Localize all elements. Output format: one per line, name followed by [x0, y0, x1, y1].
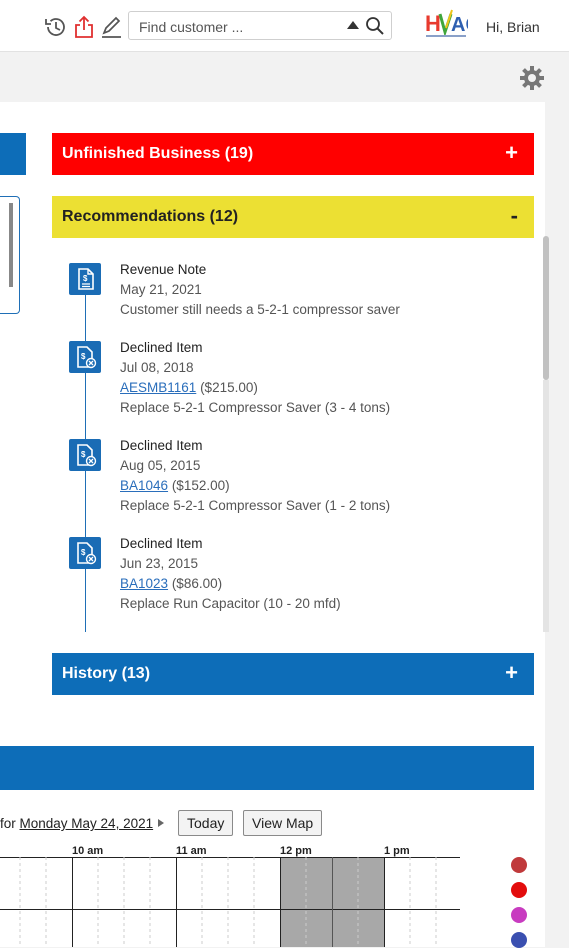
svg-text:$: $ — [83, 274, 88, 283]
item-description: Replace 5-2-1 Compressor Saver (3 - 4 to… — [120, 400, 391, 415]
expand-icon[interactable]: + — [505, 661, 518, 685]
declined-item-icon: $ — [69, 439, 101, 471]
search-icon[interactable] — [365, 16, 385, 36]
schedule-toolbar: for Monday May 24, 2021 Today View Map — [0, 810, 545, 836]
item-date: Jul 08, 2018 — [120, 360, 194, 375]
schedule-header — [0, 746, 534, 790]
timeline-item: Revenue Note May 21, 2021 Customer still… — [120, 260, 400, 320]
section-title: Recommendations (12) — [62, 208, 239, 225]
item-description: Replace Run Capacitor (10 - 20 mfd) — [120, 596, 341, 611]
export-icon[interactable] — [71, 14, 97, 40]
top-bar: H AC Hi, Brian — [0, 0, 569, 52]
gear-icon[interactable] — [519, 65, 545, 91]
technician-color-dot[interactable] — [511, 932, 527, 948]
revenue-note-icon: $ — [69, 263, 101, 295]
svg-text:AC: AC — [451, 14, 468, 36]
declined-item-icon: $ — [69, 341, 101, 373]
expand-icon[interactable]: + — [505, 141, 518, 165]
schedule-grid[interactable] — [0, 857, 460, 947]
item-description: Replace 5-2-1 Compressor Saver (1 - 2 to… — [120, 498, 391, 513]
left-panel-header — [0, 133, 26, 175]
item-type: Declined Item — [120, 340, 203, 355]
technician-color-dot[interactable] — [511, 882, 527, 898]
timeline-item: Declined Item Aug 05, 2015 BA1046 ($152.… — [120, 436, 390, 516]
item-code-link[interactable]: AESMB1161 — [120, 380, 196, 395]
item-date: May 21, 2021 — [120, 282, 202, 297]
time-label: 11 am — [176, 845, 207, 857]
view-map-button[interactable]: View Map — [243, 810, 323, 836]
search-input[interactable] — [137, 17, 341, 37]
user-greeting[interactable]: Hi, Brian — [486, 19, 540, 35]
hvac-logo[interactable]: H AC — [424, 8, 468, 42]
technician-color-dot[interactable] — [511, 907, 527, 923]
item-description: Customer still needs a 5-2-1 compressor … — [120, 302, 400, 317]
left-card-scrollbar[interactable] — [9, 203, 13, 287]
unfinished-business-header[interactable]: Unfinished Business (19) + — [52, 133, 534, 175]
item-type: Declined Item — [120, 536, 203, 551]
schedule-date-label: for Monday May 24, 2021 — [0, 816, 154, 831]
left-panel-card — [0, 196, 20, 314]
schedule-date-link[interactable]: Monday May 24, 2021 — [20, 816, 154, 831]
item-price: ($86.00) — [171, 576, 223, 591]
history-header[interactable]: History (13) + — [52, 653, 534, 695]
item-type: Declined Item — [120, 438, 203, 453]
today-button[interactable]: Today — [178, 810, 234, 836]
next-day-arrow-icon[interactable] — [158, 819, 164, 827]
svg-text:H: H — [425, 11, 441, 36]
item-code-link[interactable]: BA1023 — [120, 576, 168, 591]
svg-text:$: $ — [81, 450, 86, 459]
item-code-link[interactable]: BA1046 — [120, 478, 168, 493]
scrollbar-thumb[interactable] — [543, 236, 549, 380]
recommendations-header[interactable]: Recommendations (12) - — [52, 196, 534, 238]
svg-text:$: $ — [81, 352, 86, 361]
technician-color-dot[interactable] — [511, 857, 527, 873]
collapse-icon[interactable]: - — [511, 204, 518, 228]
svg-text:$: $ — [81, 548, 86, 557]
section-title: History (13) — [62, 665, 151, 682]
section-title: Unfinished Business (19) — [62, 145, 254, 162]
item-price: ($215.00) — [200, 380, 258, 395]
time-label: 10 am — [72, 845, 104, 857]
declined-item-icon: $ — [69, 537, 101, 569]
time-label: 1 pm — [384, 845, 410, 857]
item-date: Jun 23, 2015 — [120, 556, 199, 571]
timeline-item: Declined Item Jul 08, 2018 AESMB1161 ($2… — [120, 338, 390, 418]
dropdown-arrow-icon[interactable] — [347, 21, 359, 29]
item-date: Aug 05, 2015 — [120, 458, 201, 473]
timeline-item: Declined Item Jun 23, 2015 BA1023 ($86.0… — [120, 534, 341, 614]
scrollbar-track[interactable] — [543, 380, 549, 632]
edit-icon[interactable] — [99, 14, 125, 40]
customer-search — [128, 11, 392, 40]
time-label: 12 pm — [280, 845, 312, 857]
item-type: Revenue Note — [120, 262, 207, 277]
item-price: ($152.00) — [171, 478, 230, 493]
history-icon[interactable] — [42, 14, 68, 40]
